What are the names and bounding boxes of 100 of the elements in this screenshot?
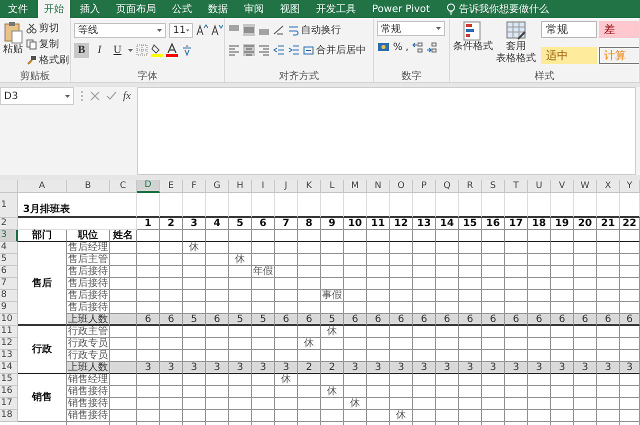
shrink-font-icon[interactable] — [211, 24, 223, 36]
ribbon-tab[interactable]: 开始 — [38, 0, 70, 18]
grow-font-icon[interactable] — [196, 24, 208, 36]
clipboard-action[interactable]: 格式刷 — [39, 53, 69, 67]
font-name-field[interactable]: 等线 — [74, 22, 166, 38]
scissors-icon[interactable] — [26, 22, 37, 34]
phonetic-icon[interactable] — [181, 44, 193, 56]
table-cell — [160, 290, 183, 302]
table-cell — [551, 326, 574, 338]
brush-icon[interactable] — [26, 54, 37, 66]
day-header: 6 — [252, 218, 275, 230]
close-icon[interactable] — [90, 91, 100, 101]
border-icon[interactable] — [136, 44, 148, 56]
table-cell — [229, 278, 252, 290]
font-style-button[interactable]: I — [92, 42, 107, 58]
dropdown-arrow-icon[interactable] — [65, 94, 70, 98]
align-left-icon[interactable] — [228, 44, 240, 56]
ribbon-tab[interactable]: 公式 — [166, 0, 198, 18]
table-cell — [137, 386, 160, 398]
table-cell — [137, 398, 160, 410]
orientation-icon[interactable] — [273, 24, 285, 36]
table-cell — [298, 290, 321, 302]
copy-icon[interactable] — [26, 38, 37, 50]
ribbon-tab[interactable]: Power Pivot — [366, 0, 436, 18]
table-cell — [110, 362, 137, 374]
font-style-button[interactable]: B — [74, 42, 89, 58]
dropdown-arrow-icon[interactable] — [128, 48, 133, 52]
format-table-button[interactable]: 套用 表格格式 — [496, 21, 536, 69]
ribbon-tab[interactable]: 文件 — [2, 0, 34, 18]
font-style-button[interactable]: U — [110, 42, 125, 58]
decrease-indent-icon[interactable] — [273, 44, 285, 56]
percent-button[interactable]: % — [393, 42, 403, 52]
day-header: 17 — [505, 218, 528, 230]
table-cell — [482, 410, 505, 422]
table-cell — [436, 338, 459, 350]
table-cell — [183, 266, 206, 278]
tell-me-field[interactable]: 告诉我你想要做什么 — [458, 2, 549, 16]
currency-icon[interactable] — [377, 41, 390, 53]
grip-icon[interactable] — [80, 89, 84, 103]
align-middle-icon[interactable] — [243, 24, 255, 36]
conditional-format-button[interactable]: 条件格式 — [453, 21, 493, 69]
ribbon-tab[interactable]: 审阅 — [238, 0, 270, 18]
table-cell — [436, 242, 459, 254]
check-icon[interactable] — [106, 91, 117, 101]
increase-indent-icon[interactable] — [288, 44, 300, 56]
ribbon-tab[interactable]: 页面布局 — [110, 0, 162, 18]
font-size-field[interactable]: 11 — [169, 22, 193, 38]
clipboard-icon[interactable] — [4, 21, 22, 44]
table-cell — [110, 278, 137, 290]
decrease-decimal-icon[interactable] — [426, 41, 437, 53]
clipboard-action[interactable]: 剪切 — [39, 21, 59, 35]
table-cell — [574, 254, 597, 266]
font-color-icon[interactable] — [166, 43, 178, 57]
row-header: 3 — [0, 230, 18, 242]
increase-decimal-icon[interactable] — [412, 41, 423, 53]
lightbulb-icon[interactable] — [446, 3, 456, 15]
ribbon-tab[interactable]: 数据 — [202, 0, 234, 18]
comma-button[interactable]: , — [406, 42, 409, 52]
total-label: 上班人数 — [67, 362, 110, 374]
fill-color-icon[interactable] — [151, 43, 163, 57]
table-cell — [597, 278, 620, 290]
column-header: P — [413, 180, 436, 193]
cell-style[interactable]: 常规 — [541, 21, 597, 38]
table-cell — [137, 374, 160, 386]
align-center-icon[interactable] — [243, 44, 255, 56]
dropdown-arrow-icon[interactable] — [186, 28, 189, 32]
table-cell — [528, 338, 551, 350]
table-format-icon[interactable] — [506, 21, 526, 41]
ribbon-tab[interactable]: 视图 — [274, 0, 306, 18]
table-cell — [482, 242, 505, 254]
paste-button[interactable]: 粘贴 — [3, 21, 23, 69]
dropdown-arrow-icon[interactable] — [436, 27, 441, 30]
ribbon-tab[interactable]: 插入 — [74, 0, 106, 18]
ribbon-tab[interactable]: 开发工具 — [310, 0, 362, 18]
table-cell — [321, 410, 344, 422]
table-cell — [252, 278, 275, 290]
clipboard-action[interactable]: 复制 — [39, 37, 59, 51]
table-cell — [574, 374, 597, 386]
table-cell — [229, 410, 252, 422]
cell-style[interactable]: 差 — [599, 21, 639, 38]
table-cell — [183, 398, 206, 410]
row-header: 8 — [0, 290, 18, 302]
table-cell — [390, 193, 413, 218]
table-cell — [252, 374, 275, 386]
wrap-icon[interactable] — [288, 24, 299, 36]
wrap-text-button[interactable]: 自动换行 — [288, 23, 341, 37]
dropdown-arrow-icon[interactable] — [157, 28, 162, 32]
formula-input[interactable] — [136, 87, 636, 175]
insert-function-button[interactable]: fx — [123, 90, 131, 102]
table-cell — [298, 254, 321, 266]
merge-icon[interactable] — [303, 44, 314, 56]
conditional-format-icon[interactable] — [463, 21, 483, 41]
position-cell: 售后经理 — [67, 242, 110, 254]
number-format-field[interactable]: 常规 — [377, 21, 445, 36]
table-cell — [597, 254, 620, 266]
align-right-icon[interactable] — [258, 44, 270, 56]
name-box[interactable]: D3 — [0, 87, 74, 105]
cell-style[interactable]: 适中 — [541, 46, 597, 64]
table-cell — [620, 242, 640, 254]
merge-center-button[interactable]: 合并后居中 — [303, 43, 366, 57]
